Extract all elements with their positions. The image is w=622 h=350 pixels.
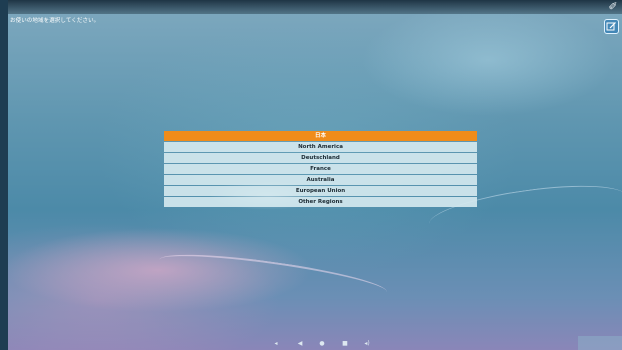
region-item-france[interactable]: France bbox=[164, 164, 477, 174]
region-item-japan[interactable]: 日本 bbox=[164, 131, 477, 141]
corner-panel bbox=[578, 336, 622, 350]
region-item-north-america[interactable]: North America bbox=[164, 142, 477, 152]
wallpaper-streak bbox=[157, 246, 389, 306]
status-bar bbox=[8, 0, 622, 14]
region-item-other-regions[interactable]: Other Regions bbox=[164, 197, 477, 207]
volume-up-icon[interactable]: ◂) bbox=[363, 340, 371, 348]
region-item-european-union[interactable]: European Union bbox=[164, 186, 477, 196]
region-item-australia[interactable]: Australia bbox=[164, 175, 477, 185]
volume-down-icon[interactable]: ◂ bbox=[272, 340, 280, 348]
region-list: 日本 North America Deutschland France Aust… bbox=[164, 131, 477, 208]
navigation-bar: ◂ ◀ ● ■ ◂) bbox=[8, 338, 622, 350]
region-prompt: お使いの地域を選択してください。 bbox=[10, 18, 100, 24]
recents-icon[interactable]: ■ bbox=[341, 340, 349, 348]
edit-icon[interactable] bbox=[604, 19, 619, 34]
back-icon[interactable]: ◀ bbox=[296, 340, 304, 348]
home-icon[interactable]: ● bbox=[318, 340, 326, 348]
region-item-deutschland[interactable]: Deutschland bbox=[164, 153, 477, 163]
pen-tool-icon[interactable]: ✐ bbox=[607, 1, 619, 13]
